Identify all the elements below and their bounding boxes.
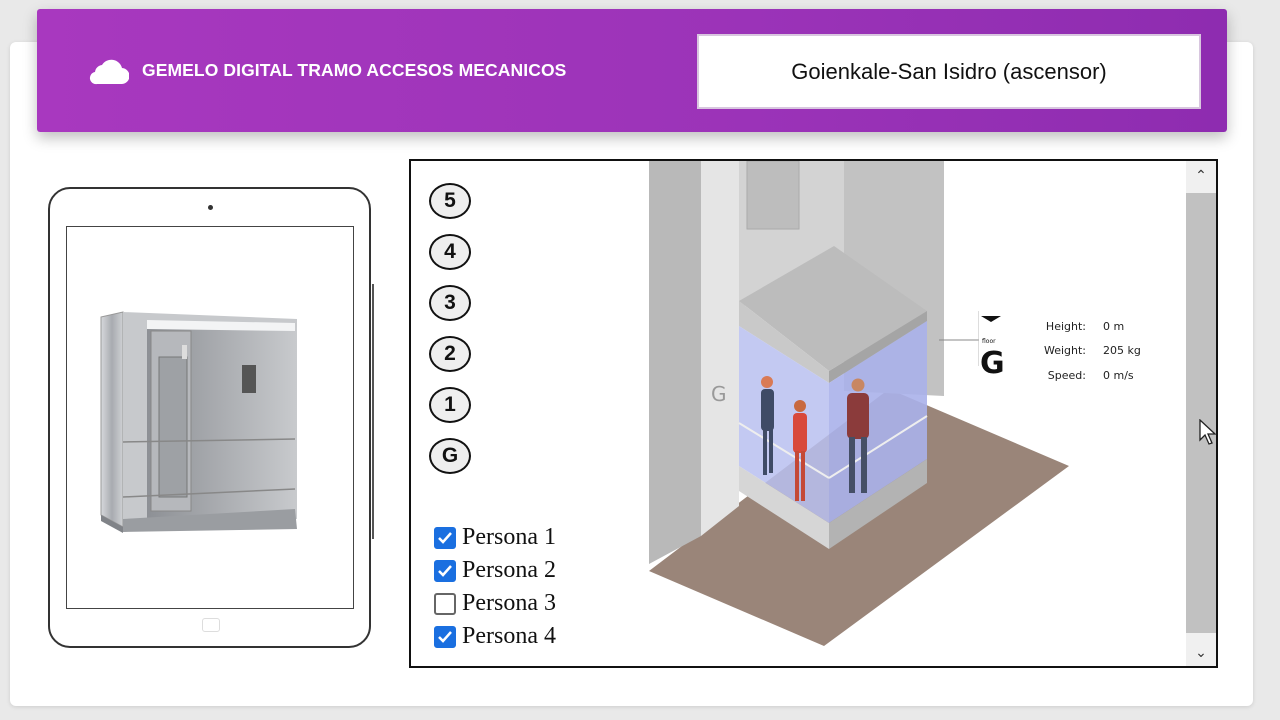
checkbox[interactable] [434, 526, 456, 549]
floor-button-4[interactable]: 4 [429, 234, 471, 270]
floor-button-label: G [441, 444, 459, 467]
person-label: Persona 1 [462, 524, 556, 550]
current-floor-value: G [980, 346, 1004, 381]
site-selector[interactable]: Goienkale-San Isidro (ascensor) [697, 34, 1201, 109]
tablet-side-button [372, 284, 374, 539]
scroll-up-icon[interactable]: ⌃ [1193, 167, 1209, 183]
floor-button-1[interactable]: 1 [429, 387, 471, 423]
checkbox[interactable] [434, 592, 456, 615]
person-toggle-2[interactable]: Persona 2 [434, 554, 556, 587]
floor-button-label: 1 [444, 393, 456, 416]
tablet-home-button [202, 618, 220, 632]
shaft-floor-sign: G [711, 382, 727, 406]
cloud-icon [89, 59, 129, 85]
speed-label: Speed: [1047, 368, 1086, 382]
floor-label: floor [982, 338, 996, 345]
floor-button-label: 2 [444, 342, 456, 365]
person-toggle-1[interactable]: Persona 1 [434, 521, 556, 554]
mouse-cursor-icon [1199, 419, 1217, 445]
scroll-thumb[interactable] [1186, 193, 1216, 633]
tablet-camera [208, 205, 213, 210]
checkbox[interactable] [434, 625, 456, 648]
tablet-frame [48, 187, 374, 648]
floor-button-label: 5 [444, 189, 456, 212]
person-label: Persona 4 [462, 623, 556, 649]
shaft-frame [701, 161, 739, 536]
floor-indicator: floor G [978, 311, 1004, 381]
weight-label: Weight: [1043, 344, 1086, 358]
height-value: 0 m [1103, 319, 1125, 333]
floor-button-label: 3 [444, 291, 456, 314]
person-label: Persona 3 [462, 590, 556, 616]
shaft-wall-left [649, 161, 701, 564]
weight-value: 205 kg [1103, 344, 1141, 358]
elevator-3d-scene: G [649, 161, 1069, 646]
app-header: GEMELO DIGITAL TRAMO ACCESOS MECANICOS G… [37, 9, 1227, 132]
height-label: Height: [1045, 319, 1086, 333]
floor-button-5[interactable]: 5 [429, 183, 471, 219]
check-icon [438, 531, 452, 544]
check-icon [438, 630, 452, 643]
floor-button-2[interactable]: 2 [429, 336, 471, 372]
floor-button-g[interactable]: G [429, 438, 471, 474]
vertical-scrollbar[interactable]: ⌃ ⌄ [1186, 161, 1216, 666]
check-icon [438, 564, 452, 577]
scroll-down-icon[interactable]: ⌄ [1193, 644, 1209, 660]
site-selector-value: Goienkale-San Isidro (ascensor) [791, 58, 1107, 84]
person-toggle-4[interactable]: Persona 4 [434, 620, 556, 653]
elevator-info-panel: Height: 0 m Weight: 205 kg Speed: 0 m/s [1026, 314, 1163, 388]
floor-button-label: 4 [444, 240, 456, 263]
person-label: Persona 2 [462, 557, 556, 583]
elevator-cabin-image [100, 311, 297, 533]
floor-button-3[interactable]: 3 [429, 285, 471, 321]
shaft-window [746, 161, 800, 230]
person-toggle-3[interactable]: Persona 3 [434, 587, 556, 620]
app-title: GEMELO DIGITAL TRAMO ACCESOS MECANICOS [142, 60, 567, 80]
persons-list: Persona 1 Persona 2 Persona 3 Persona 4 [434, 521, 556, 653]
tablet-screen [66, 226, 354, 609]
direction-arrow-down-icon [981, 316, 1001, 322]
speed-value: 0 m/s [1103, 368, 1134, 382]
elevator-3d-viewer: 5 4 3 2 1 G Persona 1 Persona 2 Persona … [409, 159, 1218, 668]
checkbox[interactable] [434, 559, 456, 582]
